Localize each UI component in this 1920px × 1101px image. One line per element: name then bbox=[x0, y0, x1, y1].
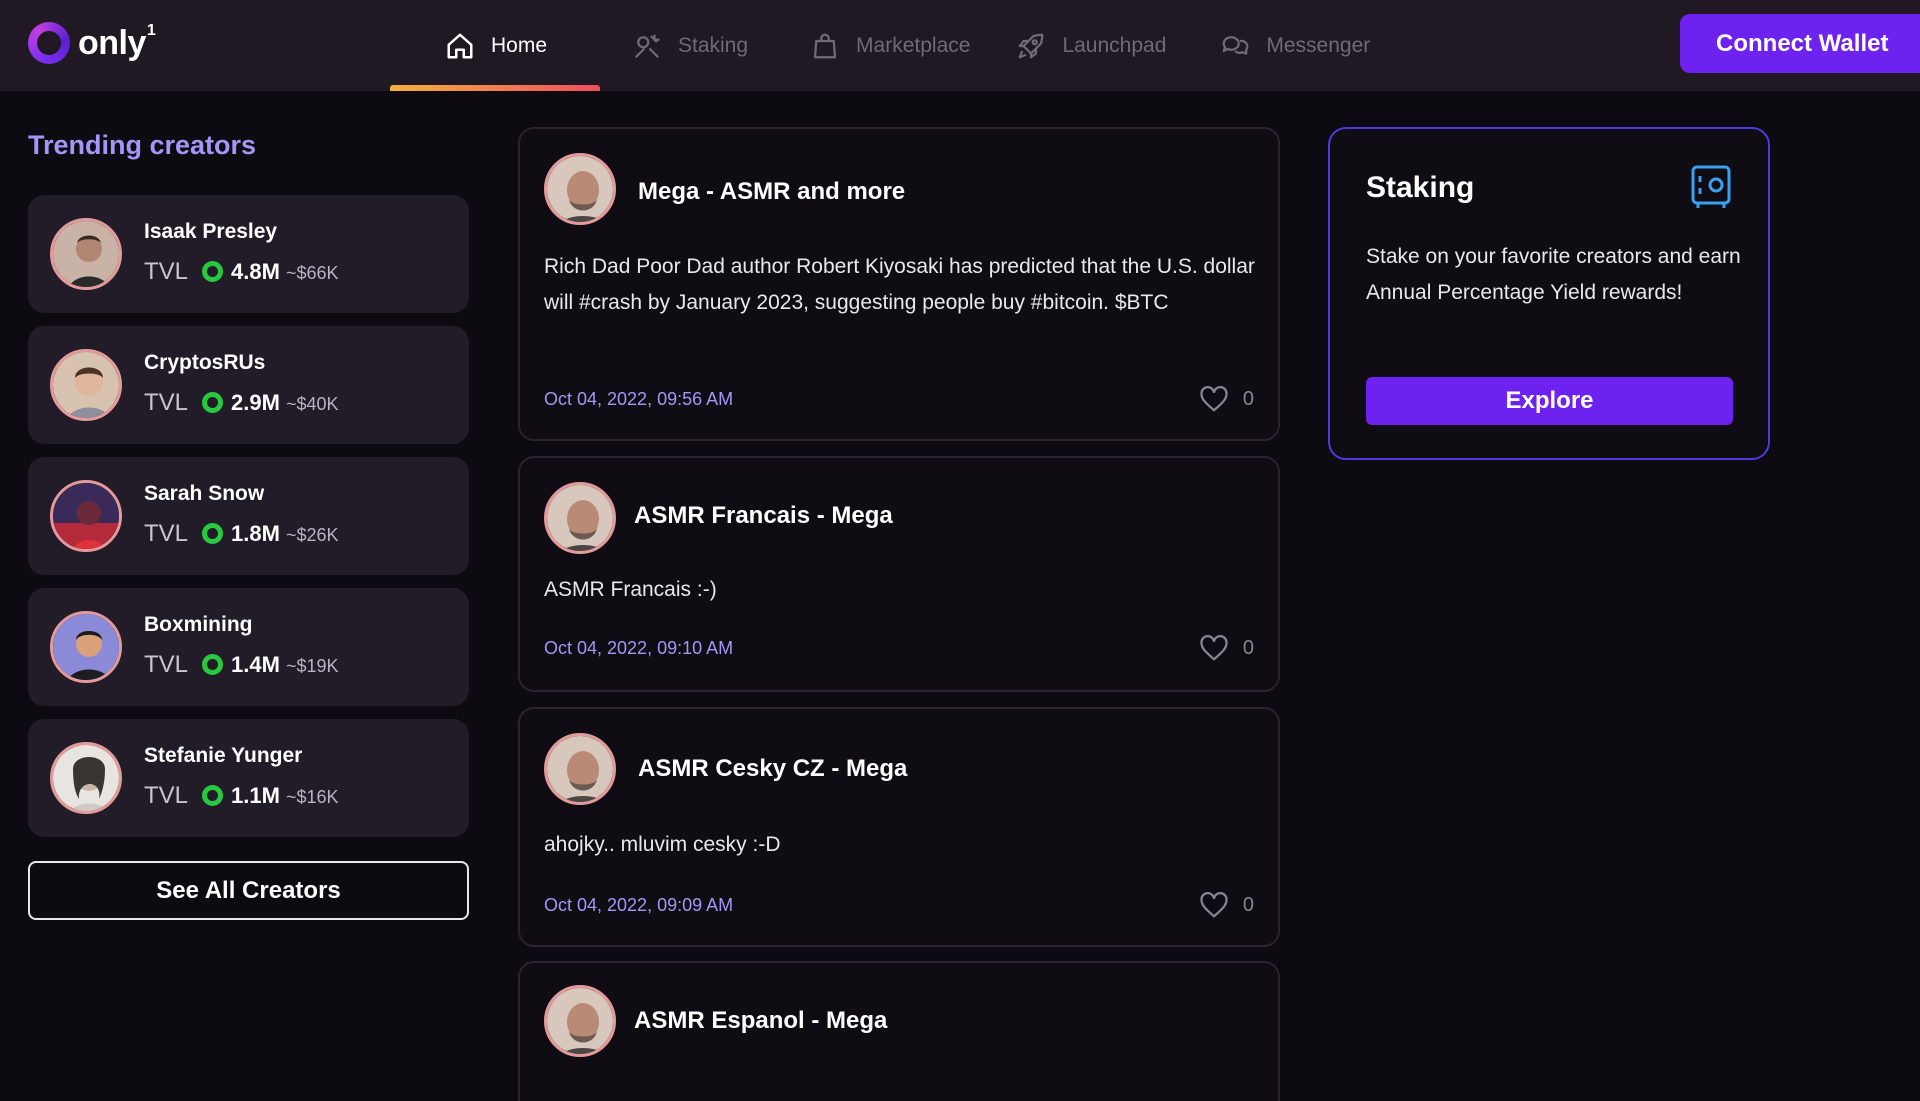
logo-mark-icon bbox=[28, 22, 70, 64]
tvl-label: TVL bbox=[144, 258, 189, 285]
trending-creators-heading: Trending creators bbox=[28, 130, 257, 160]
avatar[interactable] bbox=[544, 733, 616, 805]
see-all-creators-button[interactable]: See All Creators bbox=[28, 861, 469, 920]
post-body: Rich Dad Poor Dad author Robert Kiyosaki… bbox=[544, 255, 1255, 314]
like-count: 0 bbox=[1242, 387, 1254, 410]
creator-card[interactable]: Stefanie Yunger TVL 1.1M ~$16K bbox=[28, 719, 469, 837]
nav-item-label: Staking bbox=[678, 33, 749, 57]
tvl-token-icon bbox=[202, 654, 224, 675]
nav-item-label: Marketplace bbox=[856, 33, 971, 57]
tvl-usd-value: ~$66K bbox=[285, 263, 339, 283]
post-body: ahojky.. mluvim cesky :-D bbox=[544, 833, 781, 856]
like-count: 0 bbox=[1242, 636, 1254, 659]
tvl-token-icon bbox=[202, 785, 224, 806]
home-icon bbox=[443, 29, 477, 63]
avatar bbox=[50, 611, 122, 683]
heart-icon[interactable] bbox=[1199, 385, 1229, 413]
staking-card: Staking Stake on your favorite creators … bbox=[1328, 127, 1770, 460]
tvl-token-icon bbox=[202, 261, 224, 282]
creator-card[interactable]: Boxmining TVL 1.4M ~$19K bbox=[28, 588, 469, 706]
post-title[interactable]: ASMR Espanol - Mega bbox=[634, 1007, 887, 1035]
top-navigation-bar: only1 Home Staking Marketplace Launchpad bbox=[0, 0, 1920, 91]
rocket-icon bbox=[1014, 29, 1048, 63]
like-control[interactable]: 0 bbox=[1199, 891, 1254, 919]
tvl-usd-value: ~$26K bbox=[285, 525, 339, 545]
tvl-value: 4.8M bbox=[231, 259, 280, 284]
creator-card[interactable]: Sarah Snow TVL 1.8M ~$26K bbox=[28, 457, 469, 575]
avatar bbox=[50, 349, 122, 421]
tvl-value: 2.9M bbox=[231, 390, 280, 415]
like-control[interactable]: 0 bbox=[1199, 385, 1254, 413]
creator-name: Sarah Snow bbox=[144, 482, 265, 505]
main-nav: Home Staking Marketplace Launchpad Messe… bbox=[390, 0, 1370, 91]
creator-tvl: TVL 4.8M ~$66K bbox=[144, 258, 339, 286]
creator-name: Isaak Presley bbox=[144, 220, 278, 243]
tvl-value: 1.4M bbox=[231, 652, 280, 677]
tvl-label: TVL bbox=[144, 651, 189, 678]
post-timestamp: Oct 04, 2022, 09:10 AM bbox=[544, 638, 734, 658]
nav-item-marketplace[interactable]: Marketplace bbox=[808, 0, 970, 91]
connect-wallet-button[interactable]: Connect Wallet bbox=[1680, 14, 1920, 73]
post-card: ASMR Espanol - Mega bbox=[518, 961, 1280, 1101]
creator-tvl: TVL 1.4M ~$19K bbox=[144, 651, 339, 679]
nav-item-label: Home bbox=[490, 33, 548, 57]
post-title[interactable]: Mega - ASMR and more bbox=[638, 178, 905, 206]
nav-item-staking[interactable]: Staking bbox=[630, 0, 748, 91]
post-card: ASMR Cesky CZ - Mega ahojky.. mluvim ces… bbox=[518, 707, 1280, 947]
creator-tvl: TVL 1.8M ~$26K bbox=[144, 520, 339, 548]
post-card: Mega - ASMR and more Rich Dad Poor Dad a… bbox=[518, 127, 1280, 441]
staking-card-description: Stake on your favorite creators and earn… bbox=[1366, 245, 1741, 304]
post-card: ASMR Francais - Mega ASMR Francais :-) O… bbox=[518, 456, 1280, 692]
creator-name: CryptosRUs bbox=[144, 351, 266, 374]
nav-item-launchpad[interactable]: Launchpad bbox=[1014, 0, 1166, 91]
post-body: ASMR Francais :-) bbox=[544, 578, 717, 601]
creator-name: Stefanie Yunger bbox=[144, 744, 303, 767]
heart-icon[interactable] bbox=[1199, 891, 1229, 919]
tvl-label: TVL bbox=[144, 389, 189, 416]
tvl-label: TVL bbox=[144, 520, 189, 547]
post-timestamp: Oct 04, 2022, 09:56 AM bbox=[544, 389, 734, 409]
tvl-token-icon bbox=[202, 523, 224, 544]
tvl-value: 1.1M bbox=[231, 783, 280, 808]
avatar[interactable] bbox=[544, 985, 616, 1057]
creator-tvl: TVL 1.1M ~$16K bbox=[144, 782, 339, 810]
post-timestamp: Oct 04, 2022, 09:09 AM bbox=[544, 895, 734, 915]
creator-tvl: TVL 2.9M ~$40K bbox=[144, 389, 339, 417]
tvl-value: 1.8M bbox=[231, 521, 280, 546]
explore-button[interactable]: Explore bbox=[1366, 377, 1733, 425]
staking-card-title: Staking bbox=[1366, 171, 1475, 204]
creator-name: Boxmining bbox=[144, 613, 253, 636]
avatar bbox=[50, 742, 122, 814]
staking-icon bbox=[630, 29, 664, 63]
tvl-usd-value: ~$19K bbox=[285, 656, 339, 676]
post-title[interactable]: ASMR Cesky CZ - Mega bbox=[638, 755, 907, 783]
heart-icon[interactable] bbox=[1199, 634, 1229, 662]
nav-item-label: Messenger bbox=[1266, 33, 1371, 57]
tvl-usd-value: ~$16K bbox=[285, 787, 339, 807]
safe-icon bbox=[1690, 164, 1732, 215]
avatar[interactable] bbox=[544, 153, 616, 225]
like-count: 0 bbox=[1242, 893, 1254, 916]
nav-item-label: Launchpad bbox=[1062, 33, 1167, 57]
app-logo[interactable]: only1 bbox=[28, 21, 156, 65]
nav-item-messenger[interactable]: Messenger bbox=[1218, 0, 1370, 91]
avatar[interactable] bbox=[544, 482, 616, 554]
avatar bbox=[50, 218, 122, 290]
avatar bbox=[50, 480, 122, 552]
tvl-usd-value: ~$40K bbox=[285, 394, 339, 414]
shopping-bag-icon bbox=[808, 29, 842, 63]
like-control[interactable]: 0 bbox=[1199, 634, 1254, 662]
post-title[interactable]: ASMR Francais - Mega bbox=[634, 502, 893, 530]
chat-bubbles-icon bbox=[1218, 29, 1252, 63]
creator-card[interactable]: Isaak Presley TVL 4.8M ~$66K bbox=[28, 195, 469, 313]
tvl-label: TVL bbox=[144, 782, 189, 809]
nav-item-home[interactable]: Home bbox=[390, 0, 600, 91]
tvl-token-icon bbox=[202, 392, 224, 413]
logo-text: only1 bbox=[78, 21, 156, 62]
creator-card[interactable]: CryptosRUs TVL 2.9M ~$40K bbox=[28, 326, 469, 444]
